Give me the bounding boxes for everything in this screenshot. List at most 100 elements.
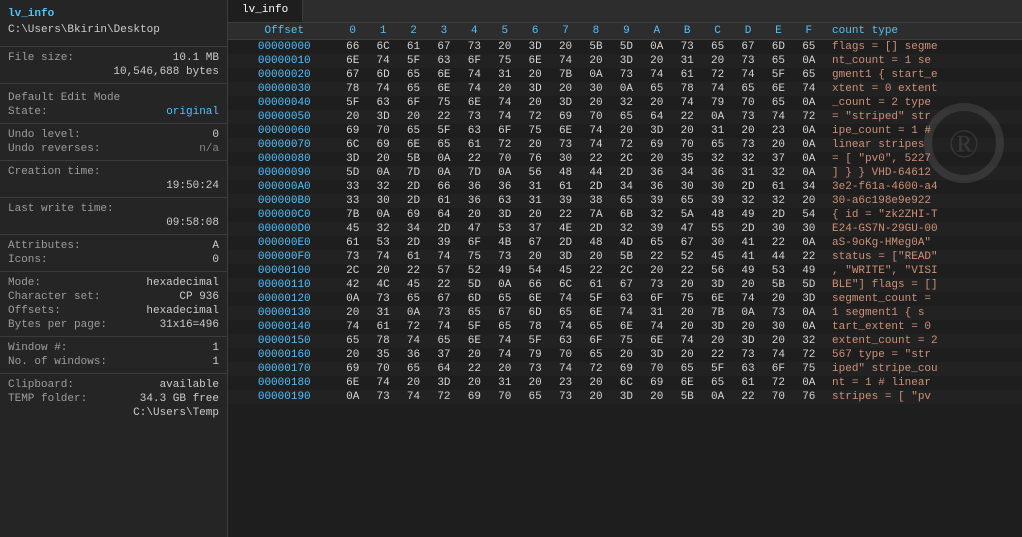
hex-byte-cell[interactable]: 32: [368, 222, 398, 236]
tab-lv-info[interactable]: lv_info: [228, 0, 303, 22]
hex-byte-cell[interactable]: 30: [763, 320, 793, 334]
hex-byte-cell[interactable]: 2D: [550, 236, 580, 250]
hex-byte-cell[interactable]: 75: [672, 292, 702, 306]
hex-byte-cell[interactable]: 53: [490, 222, 520, 236]
hex-byte-cell[interactable]: 70: [368, 124, 398, 138]
hex-byte-cell[interactable]: 69: [338, 124, 368, 138]
hex-byte-cell[interactable]: 61: [672, 68, 702, 82]
hex-byte-cell[interactable]: 20: [581, 54, 611, 68]
table-row[interactable]: 000001200A7365676D656E745F636F756E74203D…: [228, 292, 1022, 306]
hex-byte-cell[interactable]: 67: [733, 40, 763, 55]
hex-byte-cell[interactable]: 3D: [702, 320, 732, 334]
hex-byte-cell[interactable]: 31: [672, 54, 702, 68]
hex-byte-cell[interactable]: 0A: [398, 306, 428, 320]
hex-byte-cell[interactable]: 74: [490, 348, 520, 362]
hex-byte-cell[interactable]: 36: [398, 348, 428, 362]
hex-byte-cell[interactable]: 74: [672, 96, 702, 110]
hex-byte-cell[interactable]: 41: [733, 250, 763, 264]
hex-byte-cell[interactable]: 2D: [733, 222, 763, 236]
hex-byte-cell[interactable]: 34: [794, 180, 824, 194]
hex-byte-cell[interactable]: 78: [520, 320, 550, 334]
hex-byte-cell[interactable]: 6C: [550, 278, 580, 292]
hex-byte-cell[interactable]: 5B: [611, 250, 641, 264]
hex-byte-cell[interactable]: 39: [642, 194, 672, 208]
hex-byte-cell[interactable]: 74: [581, 124, 611, 138]
hex-byte-cell[interactable]: 74: [672, 334, 702, 348]
hex-byte-cell[interactable]: 72: [581, 362, 611, 376]
hex-byte-cell[interactable]: 20: [520, 96, 550, 110]
hex-byte-cell[interactable]: 75: [429, 96, 459, 110]
hex-byte-cell[interactable]: 2D: [733, 180, 763, 194]
hex-byte-cell[interactable]: 63: [490, 194, 520, 208]
hex-byte-cell[interactable]: 20: [398, 376, 428, 390]
hex-byte-cell[interactable]: 6E: [520, 292, 550, 306]
hex-byte-cell[interactable]: 36: [642, 180, 672, 194]
hex-byte-cell[interactable]: 6F: [581, 334, 611, 348]
hex-byte-cell[interactable]: 3D: [520, 82, 550, 96]
hex-byte-cell[interactable]: 65: [398, 124, 428, 138]
hex-byte-cell[interactable]: 37: [520, 222, 550, 236]
hex-byte-cell[interactable]: 6E: [763, 82, 793, 96]
hex-byte-cell[interactable]: 36: [490, 180, 520, 194]
hex-byte-cell[interactable]: 65: [702, 40, 732, 55]
hex-byte-cell[interactable]: 34: [672, 166, 702, 180]
hex-byte-cell[interactable]: 65: [642, 236, 672, 250]
hex-byte-cell[interactable]: 39: [429, 236, 459, 250]
hex-byte-cell[interactable]: 35: [672, 152, 702, 166]
table-row[interactable]: 000000706C696E6561722073747269706573200A…: [228, 138, 1022, 152]
hex-byte-cell[interactable]: 20: [763, 292, 793, 306]
hex-byte-cell[interactable]: 33: [338, 180, 368, 194]
hex-byte-cell[interactable]: 20: [581, 376, 611, 390]
hex-byte-cell[interactable]: 39: [702, 194, 732, 208]
hex-byte-cell[interactable]: 23: [763, 124, 793, 138]
hex-byte-cell[interactable]: 3D: [611, 54, 641, 68]
hex-byte-cell[interactable]: 49: [733, 264, 763, 278]
hex-byte-cell[interactable]: 5F: [459, 320, 489, 334]
hex-byte-cell[interactable]: 79: [702, 96, 732, 110]
hex-byte-cell[interactable]: 56: [520, 166, 550, 180]
hex-byte-cell[interactable]: 72: [429, 390, 459, 404]
hex-byte-cell[interactable]: 30: [581, 82, 611, 96]
hex-byte-cell[interactable]: 5B: [672, 390, 702, 404]
hex-byte-cell[interactable]: 63: [611, 292, 641, 306]
hex-byte-cell[interactable]: 52: [672, 250, 702, 264]
hex-byte-cell[interactable]: 74: [429, 250, 459, 264]
hex-byte-cell[interactable]: 0A: [794, 124, 824, 138]
hex-byte-cell[interactable]: 32: [368, 180, 398, 194]
hex-byte-cell[interactable]: 20: [581, 96, 611, 110]
hex-byte-cell[interactable]: 73: [459, 40, 489, 55]
hex-byte-cell[interactable]: 20: [733, 278, 763, 292]
hex-byte-cell[interactable]: 72: [763, 376, 793, 390]
hex-byte-cell[interactable]: 22: [763, 236, 793, 250]
hex-byte-cell[interactable]: 63: [733, 362, 763, 376]
hex-byte-cell[interactable]: 22: [672, 110, 702, 124]
table-row[interactable]: 000000D04532342D4753374E2D323947552D3030…: [228, 222, 1022, 236]
hex-byte-cell[interactable]: 75: [490, 54, 520, 68]
hex-byte-cell[interactable]: 66: [520, 278, 550, 292]
hex-byte-cell[interactable]: 22: [550, 208, 580, 222]
hex-byte-cell[interactable]: 65: [611, 194, 641, 208]
hex-byte-cell[interactable]: 30: [763, 222, 793, 236]
hex-byte-cell[interactable]: 7B: [338, 208, 368, 222]
hex-byte-cell[interactable]: 0A: [581, 68, 611, 82]
hex-byte-cell[interactable]: 6E: [429, 82, 459, 96]
hex-byte-cell[interactable]: 74: [550, 362, 580, 376]
hex-byte-cell[interactable]: 74: [611, 306, 641, 320]
hex-byte-cell[interactable]: 0A: [490, 166, 520, 180]
table-row[interactable]: 000000307874656E74203D20300A657874656E74…: [228, 82, 1022, 96]
hex-byte-cell[interactable]: 20: [702, 334, 732, 348]
hex-byte-cell[interactable]: 6D: [459, 292, 489, 306]
hex-byte-cell[interactable]: 31: [490, 376, 520, 390]
hex-byte-cell[interactable]: 5F: [702, 362, 732, 376]
hex-byte-cell[interactable]: 65: [702, 376, 732, 390]
hex-byte-cell[interactable]: 69: [368, 138, 398, 152]
hex-byte-cell[interactable]: 67: [490, 306, 520, 320]
hex-byte-cell[interactable]: 6F: [459, 54, 489, 68]
hex-byte-cell[interactable]: 74: [368, 376, 398, 390]
hex-byte-cell[interactable]: 22: [581, 152, 611, 166]
hex-byte-cell[interactable]: 6E: [459, 334, 489, 348]
hex-byte-cell[interactable]: 6F: [763, 362, 793, 376]
hex-byte-cell[interactable]: 20: [642, 264, 672, 278]
hex-byte-cell[interactable]: 3D: [794, 292, 824, 306]
hex-byte-cell[interactable]: 20: [581, 250, 611, 264]
